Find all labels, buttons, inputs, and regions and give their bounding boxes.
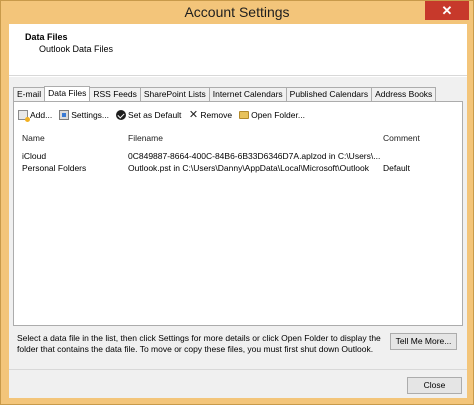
add-button[interactable]: Add... [18,110,53,122]
settings-button[interactable]: Settings... [59,110,109,120]
tab-rss-feeds[interactable]: RSS Feeds [89,87,141,101]
row-filename: 0C849887-8664-400C-84B6-6B33D6346D7A.apl… [128,151,381,161]
remove-button[interactable]: ✕ Remove [188,109,233,121]
column-header-filename[interactable]: Filename [128,133,383,147]
settings-label: Settings... [71,110,110,120]
window-close-icon[interactable]: ✕ [425,1,469,20]
table-row[interactable]: iCloud 0C849887-8664-400C-84B6-6B33D6346… [18,150,458,162]
data-file-list: iCloud 0C849887-8664-400C-84B6-6B33D6346… [18,150,458,174]
tab-sharepoint-lists[interactable]: SharePoint Lists [139,87,210,101]
tab-strip: E-mail Data Files RSS Feeds SharePoint L… [13,86,437,101]
account-settings-window: Account Settings ✕ Data Files Outlook Da… [0,0,474,405]
row-comment [383,150,453,162]
data-files-panel: Add... Settings... Set as Default ✕ Remo… [13,101,463,326]
remove-label: Remove [200,110,233,120]
open-folder-label: Open Folder... [251,110,305,120]
toolbar: Add... Settings... Set as Default ✕ Remo… [18,108,312,122]
info-text: Select a data file in the list, then cli… [17,333,381,354]
divider [9,369,467,370]
set-as-default-button[interactable]: Set as Default [116,110,181,120]
header-title: Data Files [25,32,68,42]
add-label: Add... [30,110,53,120]
row-filename: Outlook.pst in C:\Users\Danny\AppData\Lo… [128,163,369,173]
tab-data-files[interactable]: Data Files [44,86,91,101]
dialog-client: Data Files Outlook Data Files E-mail Dat… [9,24,467,398]
column-header-comment[interactable]: Comment [383,133,453,147]
title-bar: Account Settings ✕ [1,1,473,24]
row-comment: Default [383,163,410,173]
body-area: E-mail Data Files RSS Feeds SharePoint L… [9,77,467,398]
header-area: Data Files Outlook Data Files [9,24,467,76]
tab-internet-calendars[interactable]: Internet Calendars [208,87,287,101]
row-name: iCloud [22,151,47,161]
header-subtitle: Outlook Data Files [39,44,114,54]
folder-icon [239,111,250,119]
window-title: Account Settings [184,4,290,20]
tab-email[interactable]: E-mail [13,87,46,101]
open-folder-button[interactable]: Open Folder... [239,110,305,120]
close-button[interactable]: Close [407,377,462,394]
remove-x-icon: ✕ [188,109,199,121]
row-name: Personal Folders [22,163,87,173]
tab-published-calendars[interactable]: Published Calendars [285,87,373,101]
column-header-name[interactable]: Name [18,133,128,147]
list-header: Name Filename Comment [18,133,458,147]
tab-address-books[interactable]: Address Books [371,87,437,101]
add-file-icon [18,110,30,122]
tell-me-more-button[interactable]: Tell Me More... [390,333,457,350]
table-row[interactable]: Personal Folders Outlook.pst in C:\Users… [18,162,458,174]
set-as-default-label: Set as Default [128,110,182,120]
settings-icon [59,110,70,120]
check-circle-icon [116,110,127,120]
